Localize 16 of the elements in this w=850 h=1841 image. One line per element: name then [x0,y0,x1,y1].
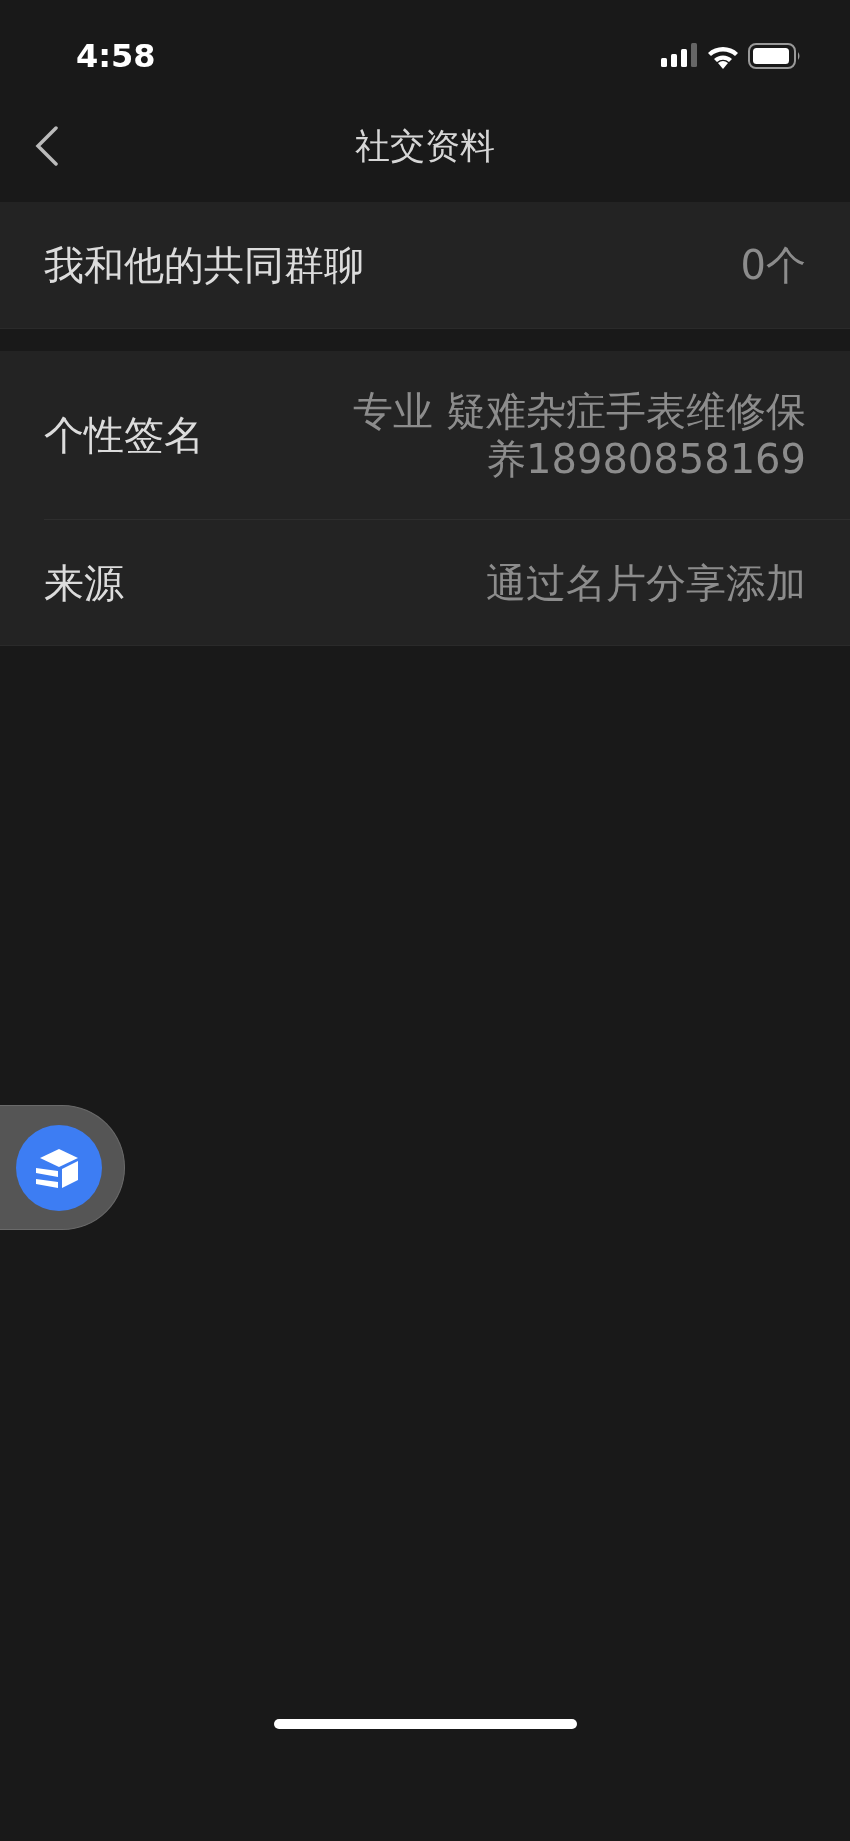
row-value: 通过名片分享添加 [486,558,806,607]
row-value: 0个 [740,241,806,289]
list-row[interactable]: 个性签名 专业 疑难杂症手表维修保养18980858169 [0,351,850,519]
stack-icon [16,1124,102,1211]
row-value: 专业 疑难杂症手表维修保养18980858169 [352,387,806,483]
page-title: 社交资料 [355,124,495,168]
battery-icon [748,43,802,69]
floating-button[interactable] [0,1105,125,1230]
back-button[interactable] [34,126,60,166]
row-label: 个性签名 [44,411,204,460]
list-row[interactable]: 我和他的共同群聊 0个 [0,202,850,328]
status-time: 4:58 [76,36,156,77]
row-label: 我和他的共同群聊 [44,241,364,290]
list-row[interactable]: 来源 通过名片分享添加 [44,519,850,645]
row-label: 来源 [44,558,124,608]
signal-icon [661,43,698,69]
